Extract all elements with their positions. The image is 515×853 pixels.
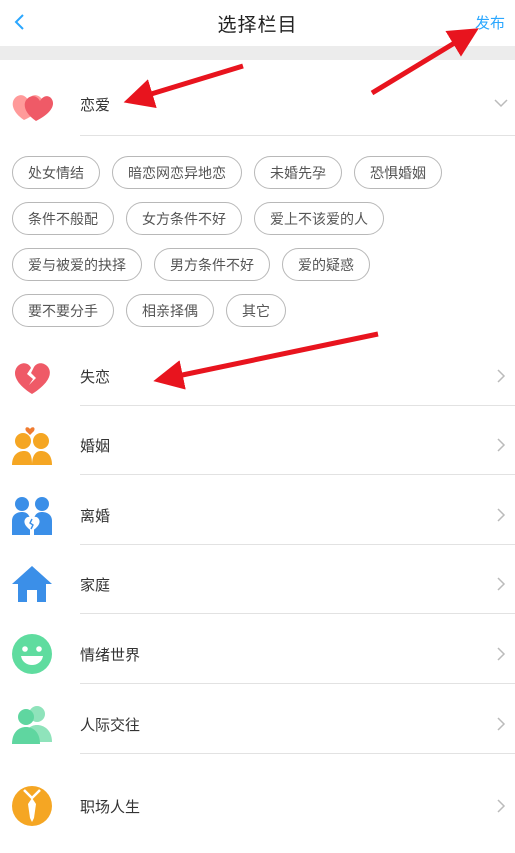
- chevron-right-icon: [497, 647, 506, 661]
- chevron-right-icon: [497, 508, 506, 522]
- broken-heart-icon: [10, 354, 54, 398]
- tag-chip[interactable]: 女方条件不好: [126, 202, 242, 235]
- house-icon: [10, 562, 54, 606]
- tag-chip[interactable]: 男方条件不好: [154, 248, 270, 281]
- tag-chip[interactable]: 爱与被爱的抉择: [12, 248, 142, 281]
- tag-row: 条件不般配 女方条件不好 爱上不该爱的人: [12, 202, 502, 236]
- category-row-emotions[interactable]: 情绪世界: [0, 628, 515, 684]
- category-row-love[interactable]: 恋爱: [0, 78, 515, 136]
- category-label: 情绪世界: [80, 646, 141, 664]
- smiley-icon: [10, 632, 54, 676]
- chevron-right-icon: [497, 717, 506, 731]
- tag-row: 爱与被爱的抉择 男方条件不好 爱的疑惑: [12, 248, 502, 282]
- tag-chip[interactable]: 未婚先孕: [254, 156, 342, 189]
- tag-chip[interactable]: 恐惧婚姻: [354, 156, 442, 189]
- category-label: 人际交往: [80, 716, 141, 734]
- tag-chip[interactable]: 相亲择偶: [126, 294, 214, 327]
- chevron-right-icon: [497, 438, 506, 452]
- people-icon: [10, 702, 54, 746]
- category-row-marriage[interactable]: 婚姻: [0, 419, 515, 475]
- category-label: 家庭: [80, 576, 111, 594]
- tag-chip[interactable]: 爱上不该爱的人: [254, 202, 384, 235]
- navigation-bar: 选择栏目 发布: [0, 0, 515, 44]
- category-label: 职场人生: [80, 798, 141, 816]
- divider: [80, 405, 515, 406]
- category-row-social[interactable]: 人际交往: [0, 698, 515, 754]
- divider: [80, 753, 515, 754]
- category-row-heartbreak[interactable]: 失恋: [0, 350, 515, 406]
- category-label: 恋爱: [80, 96, 111, 114]
- category-row-career[interactable]: 职场人生: [0, 780, 515, 836]
- category-label: 婚姻: [80, 437, 111, 455]
- divider: [80, 544, 515, 545]
- tag-chip[interactable]: 要不要分手: [12, 294, 114, 327]
- chevron-right-icon: [497, 577, 506, 591]
- divider: [80, 683, 515, 684]
- divorce-couple-icon: [10, 493, 54, 537]
- necktie-icon: [10, 784, 54, 828]
- tag-row: 处女情结 暗恋网恋异地恋 未婚先孕 恐惧婚姻: [12, 156, 502, 190]
- category-label: 失恋: [80, 368, 111, 386]
- tag-chip[interactable]: 条件不般配: [12, 202, 114, 235]
- couple-icon: [10, 423, 54, 467]
- tag-chip[interactable]: 处女情结: [12, 156, 100, 189]
- page-title: 选择栏目: [217, 14, 298, 36]
- tag-chip[interactable]: 暗恋网恋异地恋: [112, 156, 242, 189]
- category-row-divorce[interactable]: 离婚: [0, 489, 515, 545]
- subcategory-tags: 处女情结 暗恋网恋异地恋 未婚先孕 恐惧婚姻 条件不般配 女方条件不好 爱上不该…: [12, 156, 502, 340]
- publish-button[interactable]: 发布: [475, 12, 505, 33]
- divider: [80, 474, 515, 475]
- section-gap: [0, 46, 515, 60]
- tag-row: 要不要分手 相亲择偶 其它: [12, 294, 502, 328]
- category-label: 离婚: [80, 507, 111, 525]
- tag-chip[interactable]: 其它: [226, 294, 286, 327]
- heart-icon: [10, 82, 54, 126]
- chevron-right-icon: [497, 369, 506, 383]
- chevron-right-icon: [497, 799, 506, 813]
- category-row-family[interactable]: 家庭: [0, 558, 515, 614]
- divider: [80, 613, 515, 614]
- tag-chip[interactable]: 爱的疑惑: [282, 248, 370, 281]
- chevron-down-icon: [494, 99, 508, 108]
- divider: [80, 135, 515, 136]
